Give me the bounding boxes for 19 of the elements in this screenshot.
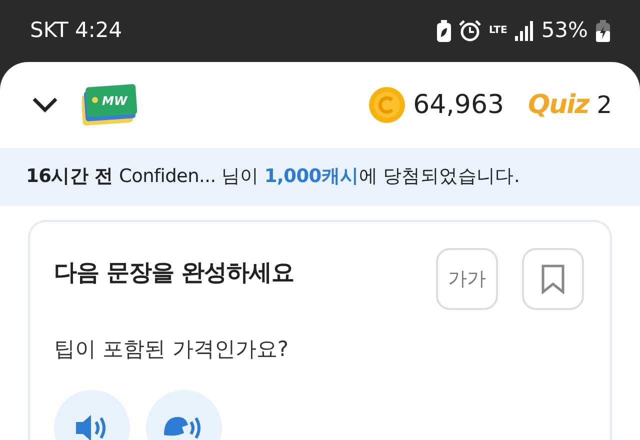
battery-charging-icon: [596, 20, 610, 42]
chevron-down-icon[interactable]: [32, 97, 58, 113]
network-type: LTE: [488, 26, 508, 36]
font-size-button[interactable]: 가가: [436, 248, 498, 310]
bookmark-button[interactable]: [522, 248, 584, 310]
carrier-time: SKT 4:24: [30, 17, 122, 44]
coin-balance: 64,963: [413, 88, 504, 122]
question-title: 다음 문장을 완성하세요: [54, 259, 294, 288]
battery-saver-icon: [436, 20, 451, 42]
cards-drawing: [82, 84, 138, 126]
alarm-icon: [458, 20, 481, 42]
coin-icon: [369, 87, 406, 123]
signal-icon: [515, 21, 534, 41]
bookmark-icon: [541, 264, 565, 294]
logo-text: MW: [102, 93, 128, 110]
winner-notice: 16시간 전 Confiden... 님이 1,000캐시 에 당첨되었습니다.: [26, 165, 520, 190]
question-text: 팁이 포함된 가격인가요?: [54, 336, 290, 363]
battery-percent: 53%: [541, 17, 588, 44]
quiz-count: 2: [596, 90, 612, 121]
